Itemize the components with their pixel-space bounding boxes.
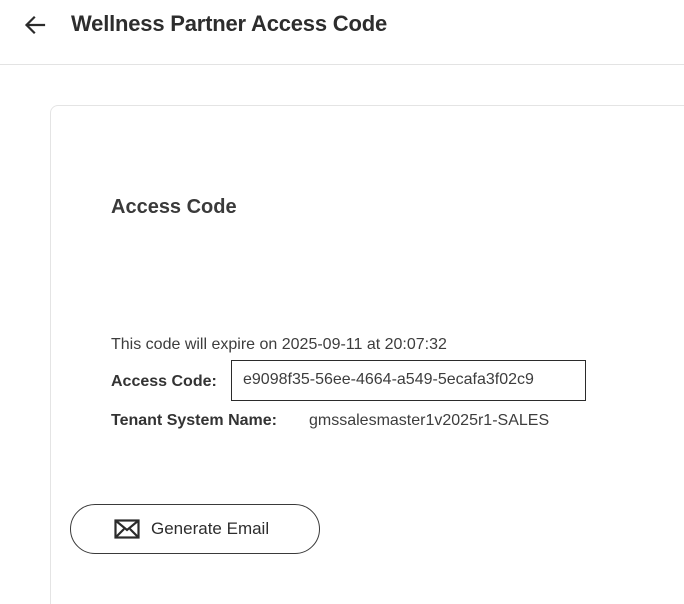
- app-header: Wellness Partner Access Code: [0, 0, 684, 65]
- generate-email-label: Generate Email: [151, 519, 270, 538]
- envelope-icon: [114, 519, 140, 539]
- tenant-system-name-value: gmssalesmaster1v2025r1-SALES: [309, 412, 550, 429]
- back-button[interactable]: [18, 8, 52, 42]
- arrow-left-icon: [24, 15, 46, 35]
- tenant-system-name-label: Tenant System Name:: [111, 412, 277, 429]
- page-title: Wellness Partner Access Code: [71, 11, 387, 36]
- page: Wellness Partner Access Code Access Code…: [0, 0, 684, 604]
- generate-email-button[interactable]: Generate Email: [70, 504, 320, 554]
- access-code-label: Access Code:: [111, 373, 217, 390]
- section-title: Access Code: [111, 196, 237, 218]
- expiration-notice: This code will expire on 2025-09-11 at 2…: [111, 336, 447, 353]
- access-code-field[interactable]: e9098f35-56ee-4664-a549-5ecafa3f02c9: [231, 360, 586, 401]
